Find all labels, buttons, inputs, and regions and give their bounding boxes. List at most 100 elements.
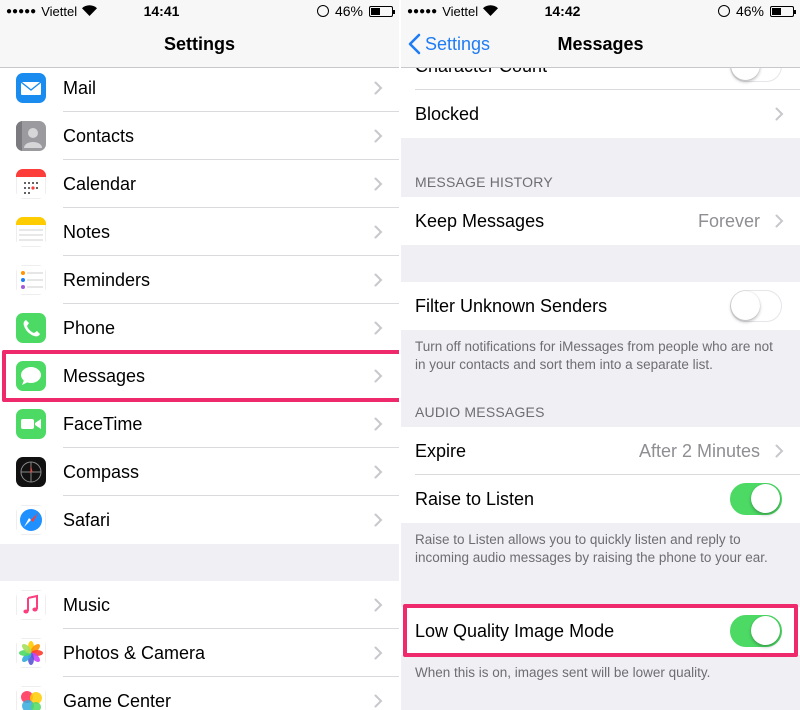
settings-group-filter: Filter Unknown Senders — [401, 282, 800, 330]
expire-row[interactable]: Expire After 2 Minutes — [401, 427, 800, 475]
settings-item-label: Music — [63, 594, 111, 615]
chevron-right-icon — [374, 598, 383, 612]
settings-item-contacts[interactable]: Contacts — [0, 112, 399, 160]
settings-group-history: Keep Messages Forever — [401, 197, 800, 245]
settings-item-label: Messages — [63, 365, 146, 386]
status-bar: ●●●●● Viettel 14:41 46% — [0, 0, 399, 22]
settings-group-image-quality: Low Quality Image Mode — [401, 607, 800, 655]
page-title: Messages — [557, 34, 644, 54]
blocked-label: Blocked — [415, 103, 480, 124]
messages-settings-screen: ●●●●● Viettel 14:42 46% Settings Message… — [401, 0, 800, 710]
settings-item-label: Calendar — [63, 173, 137, 194]
settings-item-label: Game Center — [63, 690, 172, 710]
settings-item-label: FaceTime — [63, 413, 143, 434]
safari-icon — [16, 505, 46, 535]
low-quality-footer-note: When this is on, images sent will be low… — [415, 665, 711, 680]
photos-icon — [16, 638, 46, 668]
battery-icon — [770, 5, 796, 17]
filter-unknown-senders-label: Filter Unknown Senders — [415, 295, 608, 316]
battery-icon — [369, 5, 395, 17]
message-history-header: MESSAGE HISTORY — [415, 174, 553, 190]
settings-screen: ●●●●● Viettel 14:41 46% Settings Mail Con… — [0, 0, 399, 710]
settings-item-compass[interactable]: Compass — [0, 448, 399, 496]
raise-to-listen-toggle[interactable] — [730, 483, 782, 515]
chevron-right-icon — [775, 107, 784, 121]
settings-item-facetime[interactable]: FaceTime — [0, 400, 399, 448]
settings-list-media: Music Photos & Camera Game Center — [0, 581, 399, 710]
settings-item-messages[interactable]: Messages — [0, 352, 399, 400]
audio-messages-header: AUDIO MESSAGES — [415, 404, 545, 420]
chevron-right-icon — [374, 417, 383, 431]
keep-messages-value: Forever — [697, 210, 760, 231]
settings-item-mail[interactable]: Mail — [0, 64, 399, 112]
expire-label: Expire — [415, 440, 467, 461]
navigation-bar: Settings Messages — [401, 22, 800, 68]
rotation-lock-icon — [316, 5, 329, 17]
settings-item-notes[interactable]: Notes — [0, 208, 399, 256]
chevron-right-icon — [374, 225, 383, 239]
chevron-right-icon — [374, 513, 383, 527]
settings-group-audio: Expire After 2 Minutes Raise to Listen — [401, 427, 800, 523]
settings-item-game-center[interactable]: Game Center — [0, 677, 399, 710]
settings-item-label: Notes — [63, 221, 111, 242]
notes-icon — [16, 217, 46, 247]
filter-unknown-senders-row[interactable]: Filter Unknown Senders — [401, 282, 800, 330]
settings-item-label: Compass — [63, 461, 140, 482]
settings-item-reminders[interactable]: Reminders — [0, 256, 399, 304]
music-icon — [16, 590, 46, 620]
contacts-icon — [16, 121, 46, 151]
settings-item-calendar[interactable]: Calendar — [0, 160, 399, 208]
raise-to-listen-label: Raise to Listen — [415, 488, 535, 509]
settings-item-photos-camera[interactable]: Photos & Camera — [0, 629, 399, 677]
status-time: 14:42 — [544, 3, 581, 19]
status-time: 14:41 — [143, 3, 180, 19]
chevron-right-icon — [374, 465, 383, 479]
chevron-right-icon — [775, 444, 784, 458]
chevron-right-icon — [374, 129, 383, 143]
settings-item-music[interactable]: Music — [0, 581, 399, 629]
rotation-lock-icon — [717, 5, 730, 17]
chevron-right-icon — [374, 646, 383, 660]
keep-messages-label: Keep Messages — [415, 210, 545, 231]
chevron-right-icon — [374, 177, 383, 191]
raise-footer-note: Raise to Listen allows you to quickly li… — [415, 532, 768, 565]
settings-item-label: Photos & Camera — [63, 642, 206, 663]
chevron-right-icon — [374, 369, 383, 383]
calendar-icon — [16, 169, 46, 199]
blocked-row[interactable]: Blocked — [401, 90, 800, 138]
chevron-left-icon — [408, 33, 421, 55]
settings-item-label: Safari — [63, 509, 111, 530]
compass-icon — [16, 457, 46, 487]
filter-unknown-senders-toggle[interactable] — [730, 290, 782, 322]
settings-item-label: Reminders — [63, 269, 151, 290]
chevron-right-icon — [374, 273, 383, 287]
raise-to-listen-row[interactable]: Raise to Listen — [401, 475, 800, 523]
expire-value: After 2 Minutes — [638, 440, 760, 461]
low-quality-image-mode-toggle[interactable] — [730, 615, 782, 647]
chevron-right-icon — [374, 321, 383, 335]
facetime-icon — [16, 409, 46, 439]
chevron-right-icon — [374, 694, 383, 708]
reminders-icon — [16, 265, 46, 295]
phone-icon — [16, 313, 46, 343]
chevron-right-icon — [775, 214, 784, 228]
settings-item-phone[interactable]: Phone — [0, 304, 399, 352]
status-bar: ●●●●● Viettel 14:42 46% — [401, 0, 800, 22]
game-center-icon — [16, 686, 46, 710]
settings-item-safari[interactable]: Safari — [0, 496, 399, 544]
keep-messages-row[interactable]: Keep Messages Forever — [401, 197, 800, 245]
settings-list-apps: Mail Contacts Calendar Notes Reminders Phone M… — [0, 64, 399, 544]
back-button-label: Settings — [425, 33, 491, 54]
settings-item-label: Contacts — [63, 125, 135, 146]
settings-item-label: Phone — [63, 317, 116, 338]
filter-footer-note: Turn off notifications for iMessages fro… — [415, 339, 773, 372]
settings-item-label: Mail — [63, 77, 97, 98]
low-quality-image-mode-row[interactable]: Low Quality Image Mode — [401, 607, 800, 655]
back-button[interactable]: Settings — [407, 22, 490, 66]
low-quality-image-mode-label: Low Quality Image Mode — [415, 620, 615, 641]
messages-icon — [16, 361, 46, 391]
battery-percent: 46% — [735, 3, 764, 19]
battery-percent: 46% — [334, 3, 363, 19]
page-title: Settings — [163, 34, 235, 54]
mail-icon — [16, 73, 46, 103]
